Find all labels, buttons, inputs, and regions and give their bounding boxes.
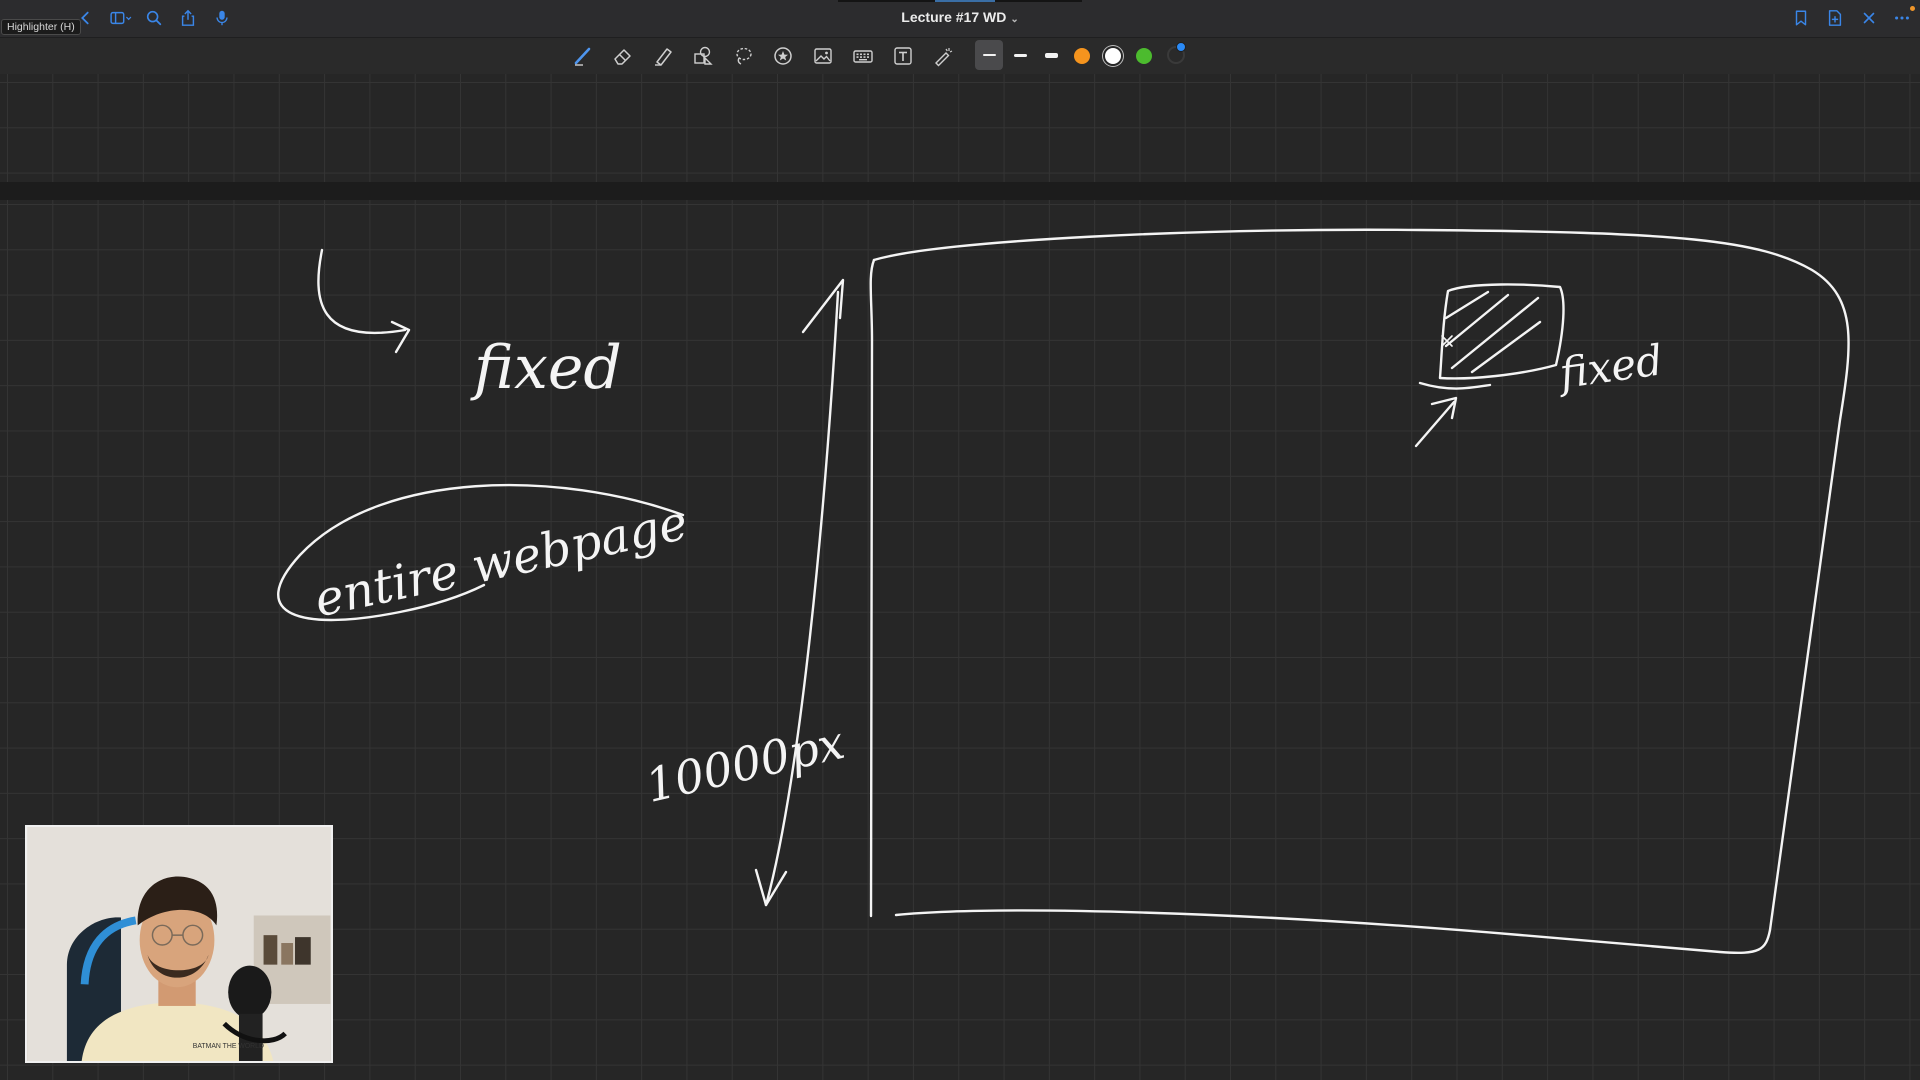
webcam-overlay: BATMAN THE WORLD [25,825,333,1063]
pen-tool-icon[interactable] [568,41,598,71]
lasso-tool-icon[interactable] [728,41,758,71]
stroke-thin-line [982,54,996,56]
bookmark-icon[interactable] [1790,7,1812,29]
document-title-text[interactable]: Lecture #17 WD [901,9,1006,25]
title-dropdown-chevron-icon[interactable]: ⌄ [1010,14,1018,25]
shapes-tool-icon[interactable] [688,41,718,71]
sticker-tool-icon[interactable] [768,41,798,71]
text-box-tool-icon[interactable] [888,41,918,71]
document-title: Lecture #17 WD ⌄ [0,9,1920,25]
notification-dot [1910,6,1915,11]
image-tool-icon[interactable] [808,41,838,71]
stroke-thick-line [1044,52,1058,58]
highlighter-tool-icon[interactable] [648,41,678,71]
highlighter-tooltip: Highlighter (H) [1,19,81,35]
notebook-page-previous[interactable] [0,74,1920,182]
stroke-medium-button[interactable] [1006,40,1034,70]
color-white-swatch[interactable] [1105,48,1121,64]
laser-pointer-tool-icon[interactable] [928,41,958,71]
color-picker-indicator [1176,42,1186,52]
share-icon[interactable] [177,7,199,29]
title-bar: Highlighter (H) Lecture #17 WD ⌄ [0,0,1920,38]
sidebar-toggle-icon[interactable] [106,7,136,29]
keyboard-tool-icon[interactable] [848,41,878,71]
title-bar-accent-blue [935,0,995,2]
drawing-toolbar [0,38,1920,74]
stroke-medium-line [1013,53,1027,57]
stroke-thin-button[interactable] [975,40,1003,70]
search-icon[interactable] [143,7,165,29]
color-green-swatch[interactable] [1136,48,1152,64]
more-options-icon[interactable] [1891,7,1913,29]
microphone-icon[interactable] [211,7,233,29]
add-page-icon[interactable] [1824,7,1846,29]
close-icon[interactable] [1858,7,1880,29]
color-orange-swatch[interactable] [1074,48,1090,64]
stroke-thick-button[interactable] [1037,40,1065,70]
color-picker-button[interactable] [1167,42,1186,64]
page-separator [0,182,1920,200]
presenter-video: BATMAN THE WORLD [27,827,331,1061]
shirt-print-text: BATMAN THE WORLD [193,1043,264,1050]
eraser-tool-icon[interactable] [608,41,638,71]
